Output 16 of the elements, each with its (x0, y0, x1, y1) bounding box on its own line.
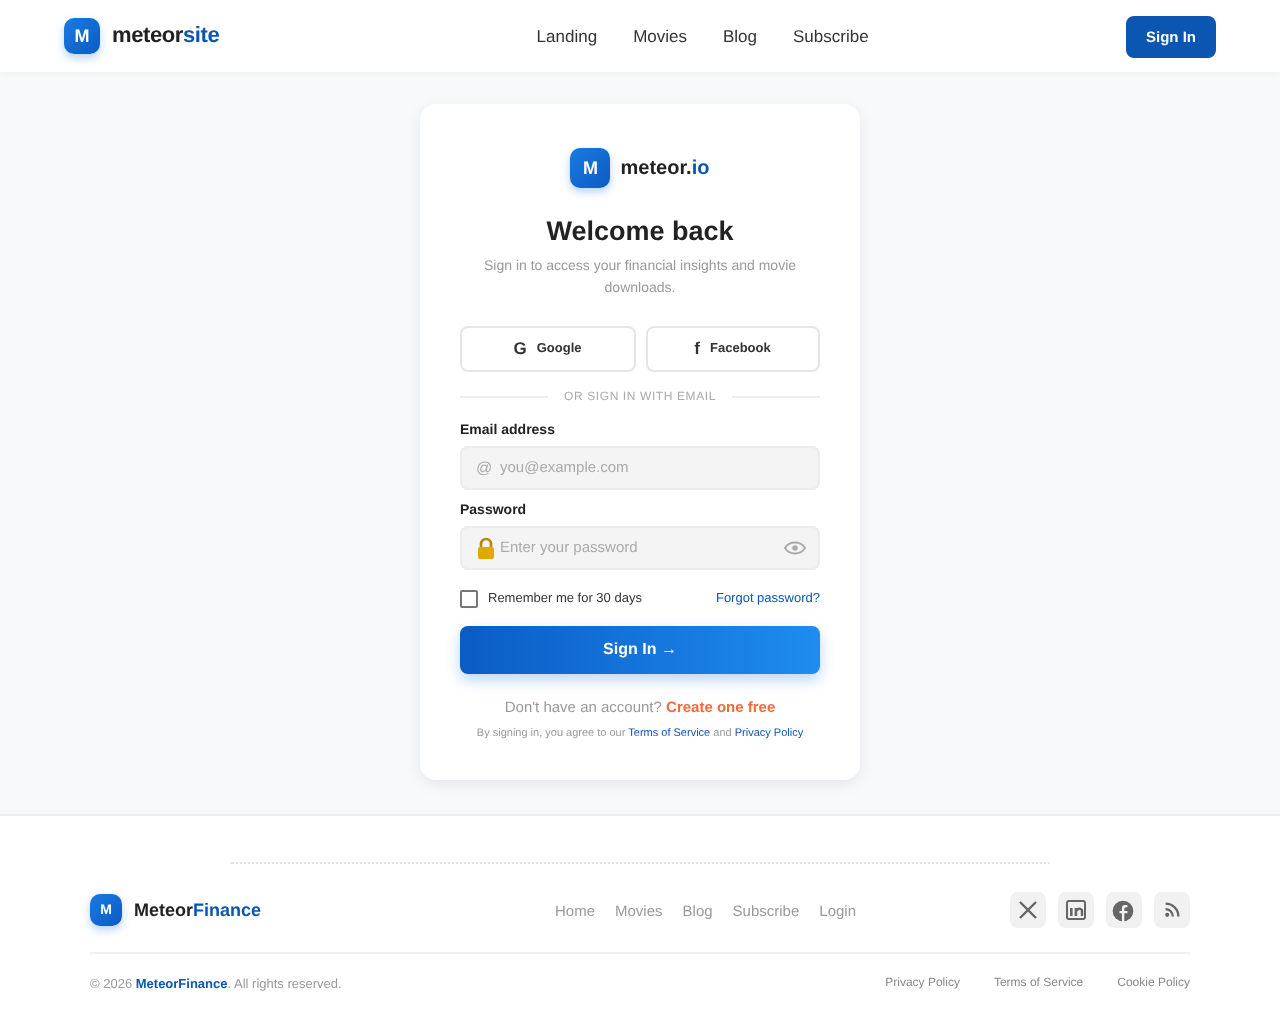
nav-link[interactable]: Blog (723, 26, 758, 46)
logo-icon: M (570, 148, 611, 188)
nav-link[interactable]: Subscribe (793, 26, 869, 46)
checkbox[interactable] (460, 589, 478, 608)
nav-link[interactable]: Landing (536, 26, 598, 46)
sign-in-button[interactable]: Sign In → (460, 625, 820, 674)
brand-name: meteor.io (620, 157, 710, 179)
title: Welcome back (544, 216, 736, 246)
brand-name: MeteorFinance (134, 900, 262, 920)
logo-icon: M (64, 18, 100, 54)
facebook-icon[interactable] (1105, 892, 1142, 928)
brand-name: meteorsite (112, 24, 220, 48)
rss-icon[interactable] (1153, 892, 1190, 928)
linkedin-icon[interactable] (1057, 892, 1094, 928)
x-icon[interactable] (1009, 892, 1046, 928)
nav-link[interactable]: Movies (633, 26, 687, 46)
